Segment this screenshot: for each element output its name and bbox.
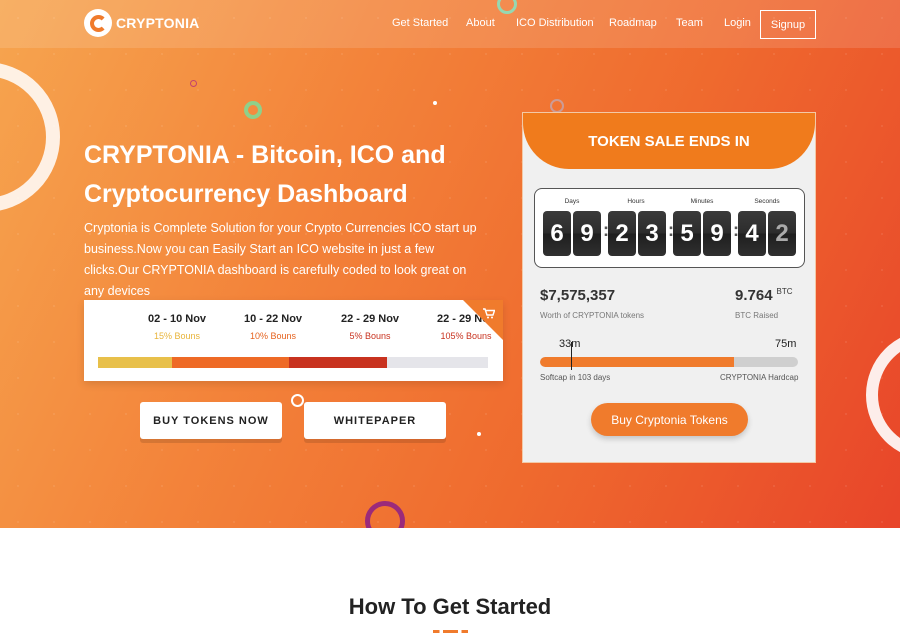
phase-bonus: 15% Bouns: [153, 331, 201, 341]
softcap-value: 33m: [559, 338, 581, 350]
phase-progress-segment: [172, 357, 290, 368]
phase-item: 02 - 10 Nov 15% Bouns: [129, 313, 225, 341]
phase-date: 02 - 10 Nov: [147, 313, 207, 325]
phase-progress-segment: [289, 357, 387, 368]
decorative-ring: [550, 99, 564, 113]
softcap-marker: [571, 342, 572, 370]
btc-raised-value: 9.764 BTC: [735, 287, 793, 304]
phase-item: 10 - 22 Nov 10% Bouns: [225, 313, 321, 341]
nav-about[interactable]: About: [466, 17, 495, 29]
countdown-digit: 5: [673, 211, 701, 256]
countdown-digit: 6: [543, 211, 571, 256]
section-title: How To Get Started: [348, 594, 552, 619]
hero-title: CRYPTONIA - Bitcoin, ICO and Cryptocurre…: [84, 141, 446, 208]
nav-get-started[interactable]: Get Started: [392, 17, 448, 29]
countdown-digit: 3: [638, 211, 666, 256]
phase-date: 22 - 29 Nov: [340, 313, 400, 325]
logo-icon: [84, 9, 112, 37]
brand-logo[interactable]: CRYPTONIA: [84, 9, 199, 37]
btc-unit: BTC: [776, 287, 793, 296]
phase-progress-bar: [98, 357, 488, 368]
softcap-label: Softcap in 103 days: [540, 373, 611, 382]
decorative-dot: [477, 432, 481, 436]
tokens-worth-value: $7,575,357: [540, 287, 616, 304]
hardcap-value: 75m: [775, 338, 797, 350]
hero-section: CRYPTONIA Get Started About ICO Distribu…: [0, 0, 900, 528]
decorative-ring: [291, 394, 304, 407]
countdown-digit: 9: [703, 211, 731, 256]
nav-login[interactable]: Login: [724, 17, 751, 29]
raise-progress-bar: [540, 357, 798, 367]
top-navbar: CRYPTONIA Get Started About ICO Distribu…: [0, 0, 900, 48]
btc-raised-label: BTC Raised: [735, 311, 779, 320]
decorative-ring: [244, 101, 262, 119]
phase-bonus: 5% Bouns: [349, 331, 391, 341]
phase-bonus: 10% Bouns: [249, 331, 297, 341]
countdown-digit: 4: [738, 211, 766, 256]
countdown-digit: 9: [573, 211, 601, 256]
raise-progress-fill: [540, 357, 734, 367]
token-sale-header: TOKEN SALE ENDS IN: [523, 113, 815, 169]
buy-tokens-button[interactable]: BUY TOKENS NOW: [140, 402, 282, 439]
decorative-dot: [433, 101, 437, 105]
buy-cryptonia-tokens-button[interactable]: Buy Cryptonia Tokens: [591, 403, 748, 436]
signup-button[interactable]: Signup: [760, 10, 816, 39]
phase-progress-segment: [386, 357, 488, 368]
phase-item: 22 - 29 Nov 5% Bouns: [322, 313, 418, 341]
hero-description: Cryptonia is Complete Solution for your …: [84, 221, 477, 298]
nav-ico-distribution[interactable]: ICO Distribution: [516, 17, 594, 29]
whitepaper-button[interactable]: WHITEPAPER: [304, 402, 446, 439]
countdown-timer: Days Hours Minutes Seconds 6 9 : 2 3 : 5…: [534, 188, 805, 268]
brand-name: CRYPTONIA: [116, 15, 200, 31]
nav-team[interactable]: Team: [676, 17, 703, 29]
countdown-label-minutes: Minutes: [690, 198, 714, 205]
hardcap-label: CRYPTONIA Hardcap: [720, 373, 799, 382]
nav-roadmap[interactable]: Roadmap: [609, 17, 657, 29]
ico-phases-card: 02 - 10 Nov 15% Bouns 10 - 22 Nov 10% Bo…: [84, 300, 503, 381]
countdown-label-hours: Hours: [627, 198, 645, 205]
phase-date: 10 - 22 Nov: [243, 313, 303, 325]
decorative-ring: [190, 80, 197, 87]
tokens-worth-label: Worth of CRYPTONIA tokens: [540, 311, 645, 320]
countdown-label-seconds: Seconds: [754, 198, 780, 205]
token-sale-card: TOKEN SALE ENDS IN Days Hours Minutes Se…: [522, 112, 816, 463]
cart-icon[interactable]: [483, 308, 496, 322]
countdown-digit: 2: [608, 211, 636, 256]
section-title-underline: [433, 630, 468, 633]
countdown-label-days: Days: [564, 198, 580, 205]
countdown-digit: 2: [768, 211, 796, 256]
phase-progress-segment: [98, 357, 173, 368]
